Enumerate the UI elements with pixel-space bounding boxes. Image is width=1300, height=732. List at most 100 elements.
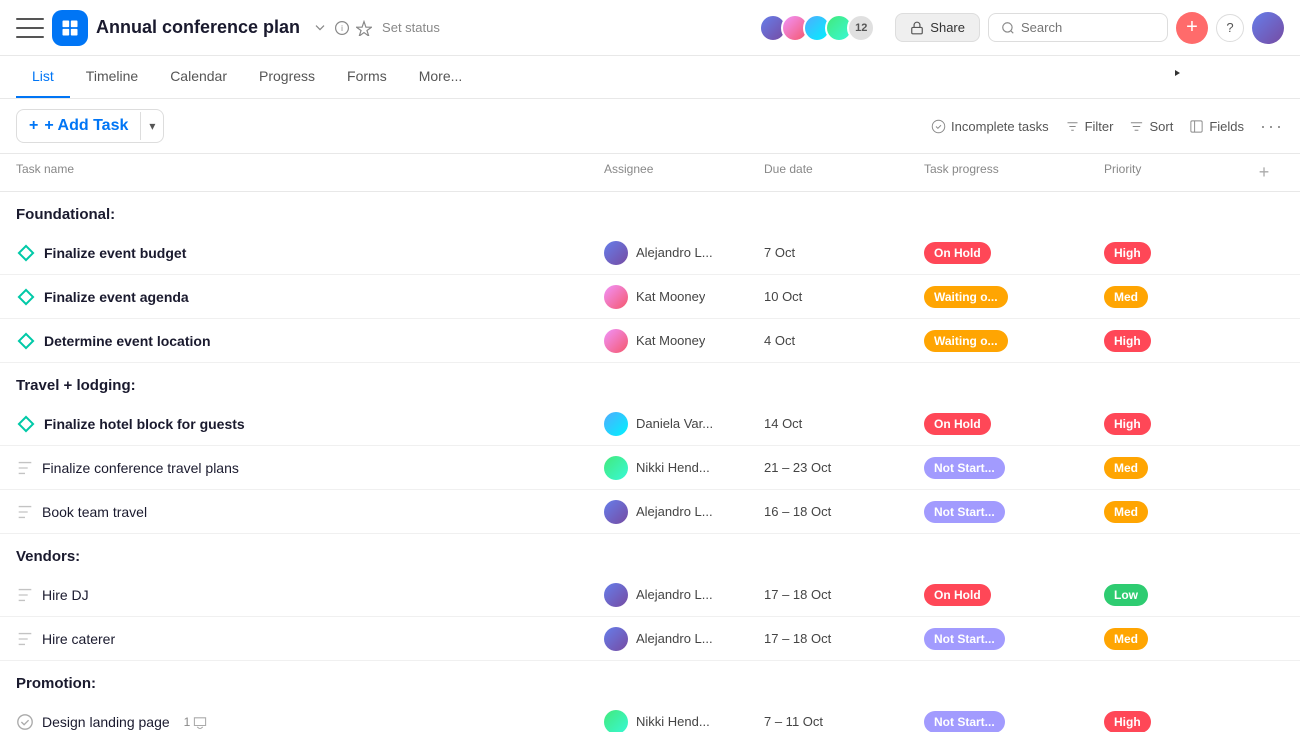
subtask-icon — [16, 630, 34, 648]
assignee-cell: Alejandro L... — [604, 583, 764, 607]
tab-timeline[interactable]: Timeline — [70, 56, 154, 98]
status-badge: Not Start... — [924, 501, 1005, 523]
search-input[interactable] — [1021, 20, 1155, 35]
table-row[interactable]: Hire caterer Alejandro L... 17 – 18 Oct … — [0, 617, 1300, 661]
assignee-name: Nikki Hend... — [636, 460, 710, 475]
status-cell: Not Start... — [924, 711, 1104, 732]
table-row[interactable]: Finalize event budget Alejandro L... 7 O… — [0, 231, 1300, 275]
dropdown-icon[interactable] — [312, 20, 328, 36]
add-button[interactable]: + — [1176, 12, 1208, 44]
status-cell: On Hold — [924, 584, 1104, 606]
assignee-cell: Daniela Var... — [604, 412, 764, 436]
status-cell: On Hold — [924, 242, 1104, 264]
tab-forms[interactable]: Forms — [331, 56, 403, 98]
share-icon — [910, 21, 924, 35]
section-3: Promotion: Design landing page 1 Nikki H… — [0, 661, 1300, 732]
priority-badge: High — [1104, 413, 1151, 435]
priority-cell: High — [1104, 413, 1244, 435]
task-name: Hire caterer — [42, 631, 115, 647]
priority-badge: Med — [1104, 628, 1148, 650]
info-icon[interactable]: i — [334, 20, 350, 36]
assignee-cell: Kat Mooney — [604, 285, 764, 309]
priority-badge: High — [1104, 330, 1151, 352]
toolbar-right: Incomplete tasks Filter Sort Fields ··· — [931, 116, 1284, 137]
priority-cell: Med — [1104, 501, 1244, 523]
due-date: 4 Oct — [764, 333, 924, 348]
task-name: Design landing page — [42, 714, 170, 730]
priority-badge: High — [1104, 242, 1151, 264]
user-avatar[interactable] — [1252, 12, 1284, 44]
svg-text:i: i — [341, 24, 343, 33]
task-name-cell: Determine event location — [16, 321, 604, 361]
table-row[interactable]: Hire DJ Alejandro L... 17 – 18 Oct On Ho… — [0, 573, 1300, 617]
toolbar-more-button[interactable]: ··· — [1260, 116, 1284, 137]
table-row[interactable]: Finalize hotel block for guests Daniela … — [0, 402, 1300, 446]
task-name-cell: Hire DJ — [16, 576, 604, 614]
col-priority: Priority — [1104, 162, 1244, 183]
priority-badge: Low — [1104, 584, 1148, 606]
status-cell: Not Start... — [924, 501, 1104, 523]
assignee-avatar — [604, 241, 628, 265]
comment-icon — [193, 715, 207, 729]
assignee-cell: Nikki Hend... — [604, 710, 764, 732]
add-task-button[interactable]: + + Add Task ▾ — [16, 109, 164, 143]
fields-icon — [1189, 119, 1204, 134]
task-name-cell: Finalize event agenda — [16, 277, 604, 317]
assignee-name: Alejandro L... — [636, 631, 713, 646]
status-cell: On Hold — [924, 413, 1104, 435]
priority-badge: Med — [1104, 457, 1148, 479]
status-badge: Not Start... — [924, 711, 1005, 732]
topbar: Annual conference plan i Set status 12 S… — [0, 0, 1300, 56]
share-button[interactable]: Share — [895, 13, 980, 42]
tab-list[interactable]: List — [16, 56, 70, 98]
table-row[interactable]: Finalize conference travel plans Nikki H… — [0, 446, 1300, 490]
assignee-avatar — [604, 329, 628, 353]
priority-badge: High — [1104, 711, 1151, 732]
sort-button[interactable]: Sort — [1129, 119, 1173, 134]
task-name: Determine event location — [44, 333, 211, 349]
section-header-0: Foundational: — [0, 192, 1300, 231]
subtask-icon — [16, 586, 34, 604]
assignee-avatar — [604, 583, 628, 607]
status-badge: Not Start... — [924, 457, 1005, 479]
due-date: 14 Oct — [764, 416, 924, 431]
section-2: Vendors: Hire DJ Alejandro L... 17 – 18 … — [0, 534, 1300, 661]
milestone-icon — [16, 331, 36, 351]
section-header-1: Travel + lodging: — [0, 363, 1300, 402]
col-task-name: Task name — [16, 162, 604, 183]
help-button[interactable]: ? — [1216, 14, 1244, 42]
tab-calendar[interactable]: Calendar — [154, 56, 243, 98]
project-title: Annual conference plan — [96, 17, 300, 38]
assignee-avatar — [604, 412, 628, 436]
assignee-avatar — [604, 710, 628, 732]
assignee-cell: Alejandro L... — [604, 500, 764, 524]
filter-button[interactable]: Filter — [1065, 119, 1114, 134]
due-date: 16 – 18 Oct — [764, 504, 924, 519]
section-0: Foundational: Finalize event budget Alej… — [0, 192, 1300, 363]
set-status-button[interactable]: Set status — [382, 20, 440, 35]
tab-progress[interactable]: Progress — [243, 56, 331, 98]
add-task-dropdown[interactable]: ▾ — [140, 112, 163, 140]
task-name: Hire DJ — [42, 587, 89, 603]
col-add[interactable]: + — [1244, 162, 1284, 183]
menu-icon[interactable] — [16, 18, 44, 38]
incomplete-tasks-button[interactable]: Incomplete tasks — [931, 119, 1049, 134]
task-name-cell: Book team travel — [16, 493, 604, 531]
priority-cell: Med — [1104, 286, 1244, 308]
table-row[interactable]: Book team travel Alejandro L... 16 – 18 … — [0, 490, 1300, 534]
assignee-avatar — [604, 627, 628, 651]
star-icon[interactable] — [356, 20, 372, 36]
task-name-cell: Hire caterer — [16, 620, 604, 658]
table-row[interactable]: Determine event location Kat Mooney 4 Oc… — [0, 319, 1300, 363]
fields-button[interactable]: Fields — [1189, 119, 1244, 134]
due-date: 7 Oct — [764, 245, 924, 260]
table-row[interactable]: Finalize event agenda Kat Mooney 10 Oct … — [0, 275, 1300, 319]
table-row[interactable]: Design landing page 1 Nikki Hend... 7 – … — [0, 700, 1300, 732]
assignee-cell: Alejandro L... — [604, 241, 764, 265]
check-circle-icon — [931, 119, 946, 134]
search-box[interactable] — [988, 13, 1168, 42]
assignee-cell: Nikki Hend... — [604, 456, 764, 480]
due-date: 21 – 23 Oct — [764, 460, 924, 475]
tab-more[interactable]: More... — [403, 56, 479, 98]
assignee-name: Alejandro L... — [636, 587, 713, 602]
